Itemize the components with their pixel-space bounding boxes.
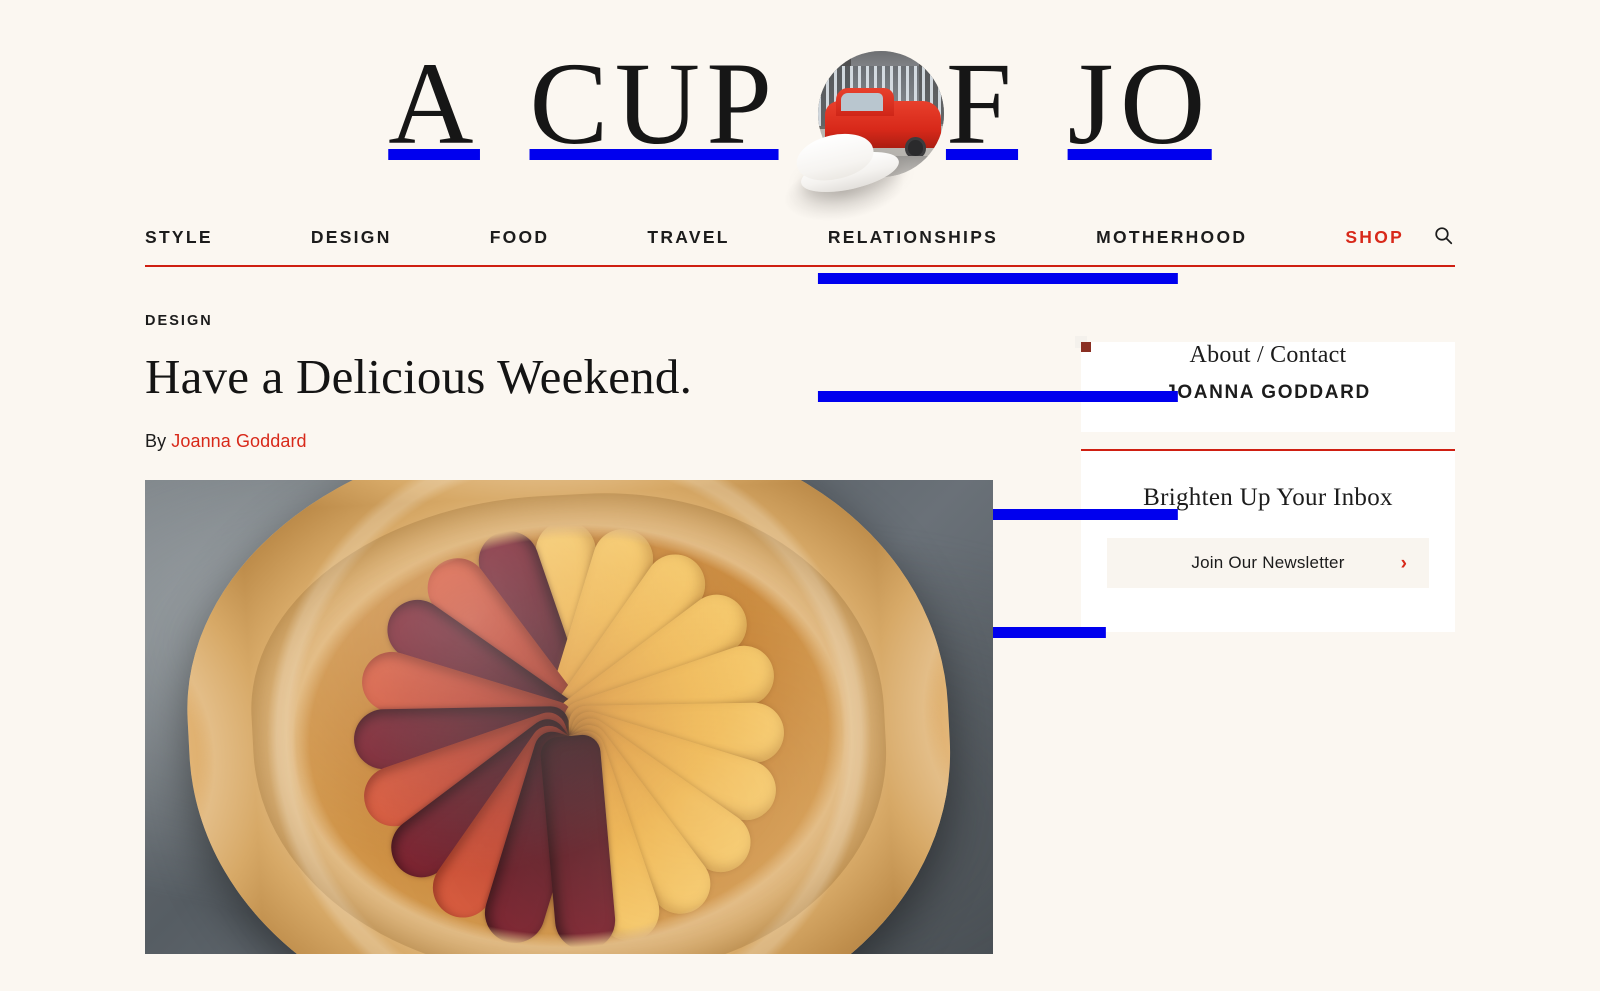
search-icon xyxy=(1434,226,1453,248)
article-hero-image xyxy=(145,479,993,954)
author-link[interactable]: Joanna Goddard xyxy=(171,431,306,451)
nav-item-relationships[interactable]: RELATIONSHIPS xyxy=(828,227,998,248)
galette-photo-subject xyxy=(173,479,965,954)
logo-segment-a: A xyxy=(388,37,480,169)
logo-segment-cup: CUP xyxy=(529,37,779,169)
logo-segment-jo: JO xyxy=(1067,37,1212,169)
logo-photo-circle xyxy=(779,50,944,229)
article-category-link[interactable]: DESIGN xyxy=(145,313,213,329)
nav-list: STYLE DESIGN FOOD TRAVEL RELATIONSHIPS M… xyxy=(145,215,1455,265)
logo-segment-f: F xyxy=(945,37,1019,169)
nav-divider-rule xyxy=(145,265,1455,267)
site-logo[interactable]: A CUP F JO xyxy=(388,33,1212,229)
nav-item-design[interactable]: DESIGN xyxy=(311,227,392,248)
join-newsletter-button[interactable]: Join Our Newsletter › xyxy=(1107,538,1429,588)
search-button[interactable] xyxy=(1432,226,1455,248)
site-masthead: A CUP F JO xyxy=(0,0,1600,229)
nav-item-motherhood[interactable]: MOTHERHOOD xyxy=(1096,227,1247,248)
byline-prefix: By xyxy=(145,430,167,451)
join-newsletter-label: Join Our Newsletter xyxy=(1191,553,1345,572)
nav-item-food[interactable]: FOOD xyxy=(490,227,550,248)
chevron-right-icon: › xyxy=(1400,552,1407,574)
primary-navigation: STYLE DESIGN FOOD TRAVEL RELATIONSHIPS M… xyxy=(145,215,1455,267)
logo-wordmark: A CUP F JO xyxy=(388,37,1212,229)
nav-item-style[interactable]: STYLE xyxy=(145,227,213,248)
nav-item-shop[interactable]: SHOP xyxy=(1345,227,1404,248)
page-root: A CUP F JO STYLE DESIGN FOOD TRAVEL RELA… xyxy=(0,0,1600,991)
content-area: DESIGN Have a Delicious Weekend. By Joan… xyxy=(145,267,1455,954)
nav-item-travel[interactable]: TRAVEL xyxy=(647,227,729,248)
red-car-photo xyxy=(817,50,944,177)
